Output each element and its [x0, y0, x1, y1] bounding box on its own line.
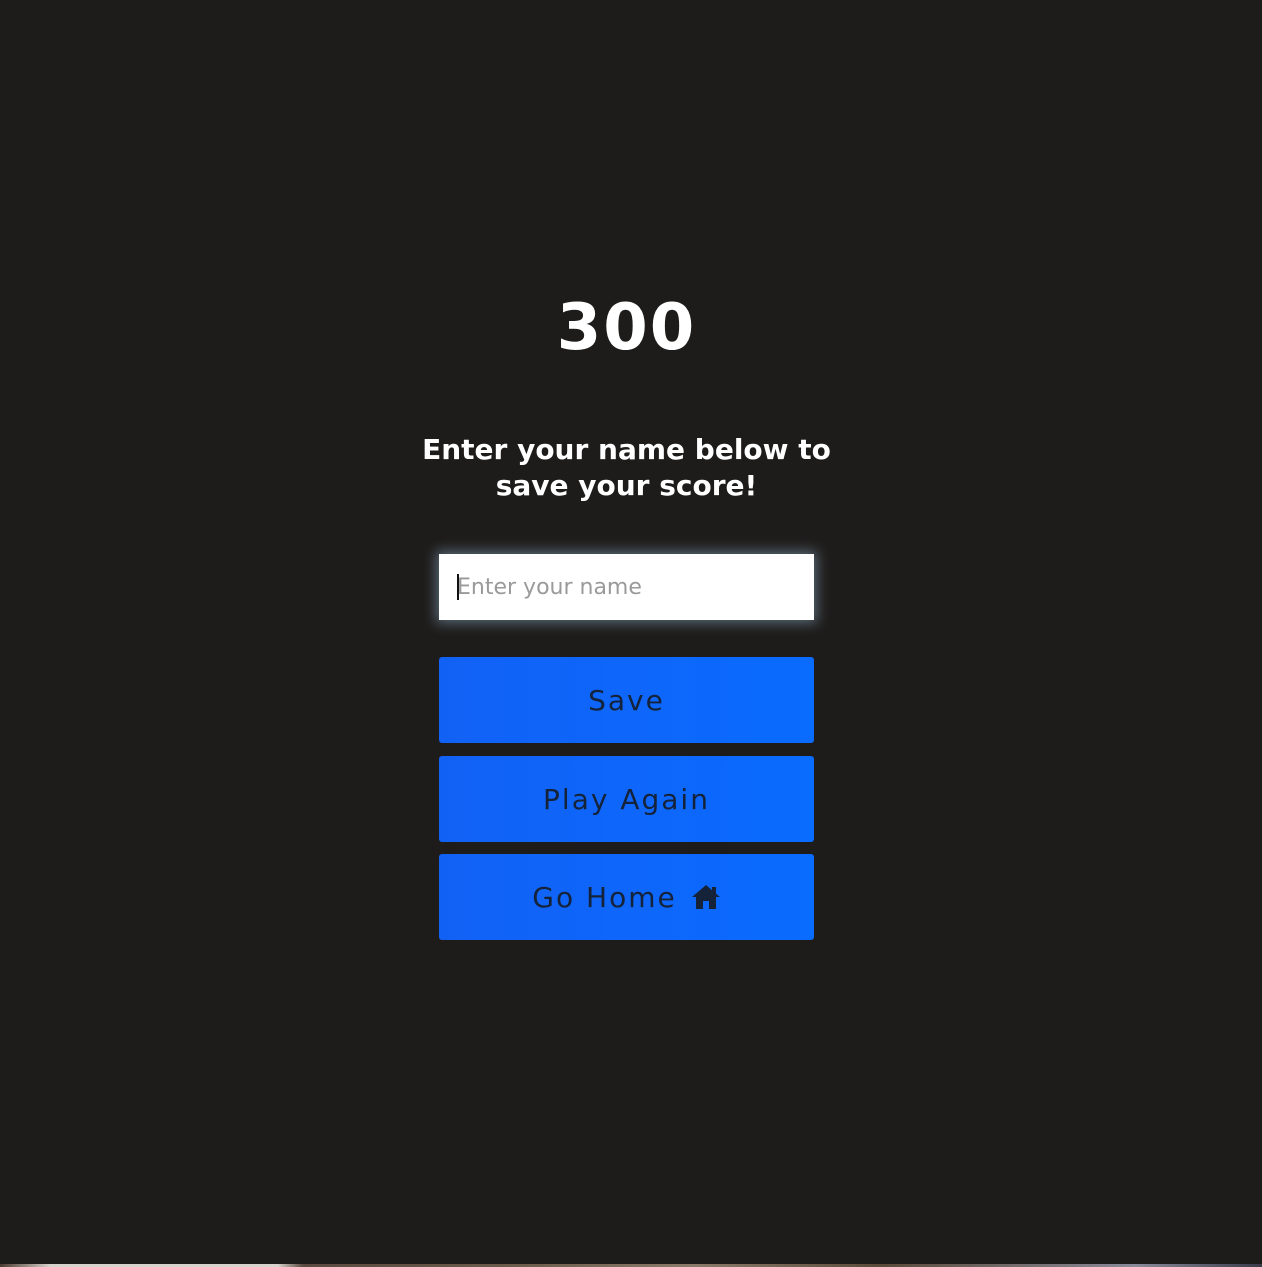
save-button[interactable]: Save: [439, 657, 814, 743]
name-input[interactable]: [439, 554, 814, 620]
save-score-prompt: Enter your name below to save your score…: [422, 433, 831, 502]
go-home-button-label: Go Home: [532, 880, 677, 914]
play-again-button-label: Play Again: [543, 782, 710, 816]
save-button-label: Save: [588, 683, 665, 717]
go-home-button[interactable]: Go Home: [439, 854, 814, 940]
home-icon: [691, 883, 721, 911]
text-cursor: [457, 574, 459, 600]
final-score: 300: [556, 291, 697, 365]
play-again-button[interactable]: Play Again: [439, 756, 814, 842]
